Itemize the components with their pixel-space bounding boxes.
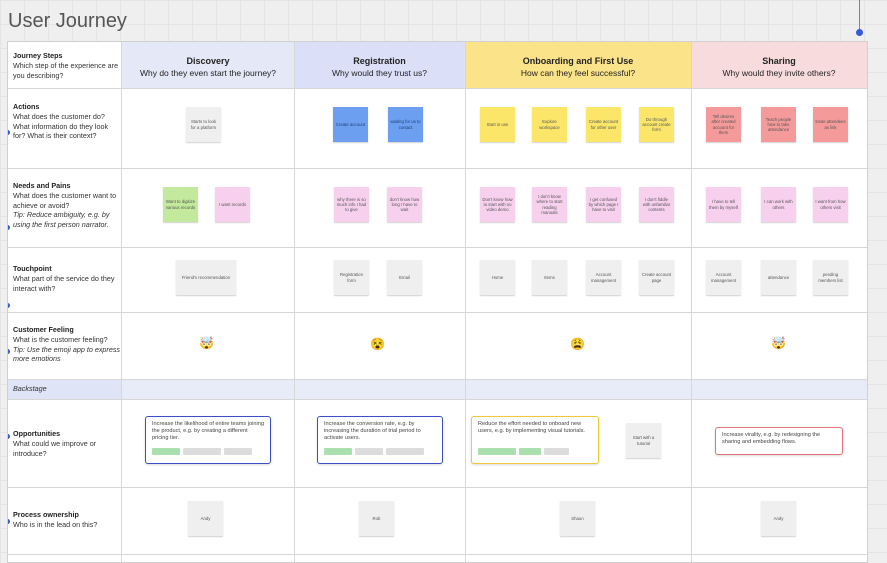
sticky-note[interactable]: Create account for other user: [586, 107, 621, 142]
row-label-process-ownership: Process ownership Who is in the lead on t…: [13, 510, 98, 529]
sticky-note[interactable]: Items: [532, 260, 567, 295]
col-header-registration[interactable]: Registration Why would they trust us?: [294, 42, 465, 88]
sticky-note[interactable]: I want from how others visit: [813, 187, 848, 222]
sticky-note[interactable]: Account management: [586, 260, 621, 295]
sticky-note[interactable]: Create account: [333, 107, 368, 142]
feeling-emoji[interactable]: 🤯: [771, 336, 786, 350]
sticky-note[interactable]: I get confused by which page I have to v…: [586, 187, 621, 222]
connector-line: [859, 0, 860, 32]
col-header-sharing[interactable]: Sharing Why would they invite others?: [691, 42, 867, 88]
sticky-note[interactable]: Shaun: [560, 501, 595, 536]
opportunity-tags: [152, 448, 255, 458]
sticky-note[interactable]: Friend's recommendation: [176, 260, 236, 295]
opportunity-card[interactable]: Increase the likelihood of entire teams …: [145, 416, 271, 464]
feeling-emoji[interactable]: 😵: [370, 337, 385, 351]
row-label-actions: Actions What does the customer do? What i…: [13, 102, 109, 141]
sticky-note[interactable]: Don't know how to start with no video de…: [480, 187, 515, 222]
opportunity-tags: [324, 448, 427, 458]
feeling-emoji[interactable]: 🤯: [199, 336, 214, 350]
sticky-note[interactable]: Invite attendees as link: [813, 107, 848, 142]
row-label-needs: Needs and Pains What does the customer wa…: [13, 181, 117, 230]
sticky-note[interactable]: Create account page: [639, 260, 674, 295]
sticky-note[interactable]: Start with a tutorial: [626, 423, 661, 458]
row-label-touchpoint: Touchpoint What part of the service do th…: [13, 264, 115, 293]
sticky-note[interactable]: Email: [387, 260, 422, 295]
opportunity-tags: [478, 448, 572, 458]
row-label-opportunities: Opportunities What could we improve or in…: [13, 429, 97, 458]
sticky-note[interactable]: Explore workspace: [532, 107, 567, 142]
backstage-band-light: [122, 379, 867, 399]
sticky-note[interactable]: Rob: [359, 501, 394, 536]
sticky-note[interactable]: Andy: [188, 501, 223, 536]
opportunity-text: Increase the conversion rate, e.g. by in…: [324, 421, 421, 441]
opportunity-card[interactable]: Increase virality, e.g. by redesigning t…: [715, 427, 843, 455]
sticky-note[interactable]: Starts to look for a platform: [186, 107, 221, 142]
sticky-note[interactable]: why there is so much info I had to give: [334, 187, 369, 222]
opportunity-card[interactable]: Reduce the effort needed to onboard new …: [471, 416, 599, 464]
feeling-emoji[interactable]: 😩: [570, 337, 585, 351]
sticky-note[interactable]: Start in use: [480, 107, 515, 142]
opportunity-card[interactable]: Increase the conversion rate, e.g. by in…: [317, 416, 443, 464]
sticky-note[interactable]: Account management: [706, 260, 741, 295]
opportunity-text: Increase virality, e.g. by redesigning t…: [722, 432, 821, 445]
row-label-feeling: Customer Feeling What is the customer fee…: [13, 325, 121, 364]
sticky-note[interactable]: Do through account create form: [639, 107, 674, 142]
opportunity-text: Reduce the effort needed to onboard new …: [478, 421, 585, 434]
sticky-note[interactable]: Registration form: [334, 260, 369, 295]
sticky-note[interactable]: I don't know where to start reading manu…: [532, 187, 567, 222]
sticky-note[interactable]: I don't fiddle with unfamiliar contents: [639, 187, 674, 222]
journey-board: Discovery Why do they even start the jour…: [7, 41, 868, 563]
sticky-note[interactable]: Tell desires after created account for t…: [706, 107, 741, 142]
col-header-discovery[interactable]: Discovery Why do they even start the jour…: [122, 42, 294, 88]
sticky-note[interactable]: I want records: [215, 187, 250, 222]
sticky-note[interactable]: pending members list: [813, 260, 848, 295]
sticky-note[interactable]: don't know how long I have to wait: [387, 187, 422, 222]
sticky-note[interactable]: I have to tell them by myself: [706, 187, 741, 222]
page-title: User Journey: [8, 10, 127, 32]
connector-dot[interactable]: [856, 29, 863, 36]
row-label-journey-steps: Journey Steps Which step of the experienc…: [13, 51, 119, 80]
sticky-note[interactable]: Want to digitize various records: [163, 187, 198, 222]
sticky-note[interactable]: Teach people how to take attendance: [761, 107, 796, 142]
sticky-note[interactable]: Home: [480, 260, 515, 295]
sticky-note[interactable]: Andy: [761, 501, 796, 536]
row-label-backstage: Backstage: [13, 384, 47, 393]
sticky-note[interactable]: I can work with others: [761, 187, 796, 222]
sticky-note[interactable]: attendance: [761, 260, 796, 295]
opportunity-text: Increase the likelihood of entire teams …: [152, 421, 264, 441]
col-header-onboarding[interactable]: Onboarding and First Use How can they fee…: [465, 42, 691, 88]
sticky-note[interactable]: waiting for us to contact: [388, 107, 423, 142]
